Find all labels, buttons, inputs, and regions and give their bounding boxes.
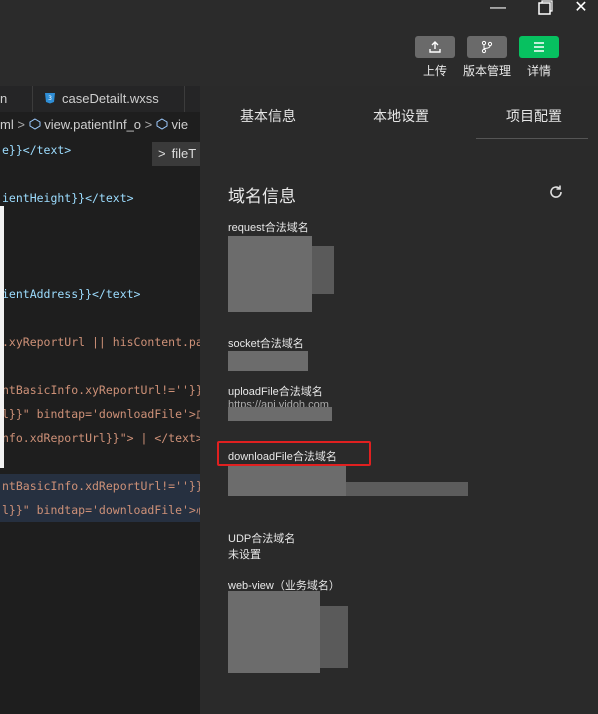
uploadfile-domain-label: uploadFile合法域名 xyxy=(228,386,323,398)
css-file-icon: 3 xyxy=(45,93,55,104)
section-title: 域名信息 xyxy=(228,187,296,206)
file-popup[interactable]: > fileT xyxy=(152,142,200,166)
svg-text:3: 3 xyxy=(48,95,52,102)
chevron-right-icon: > xyxy=(17,117,29,132)
details-label: 详情 xyxy=(527,64,552,78)
menu-icon xyxy=(534,42,544,52)
code-line: l}}" bindtap='downloadFile'>心 xyxy=(2,503,200,517)
breadcrumb-part-2[interactable]: view.patientInf_o xyxy=(44,117,141,132)
udp-domain-value: 未设置 xyxy=(228,549,261,561)
redacted-domain-list xyxy=(320,606,348,668)
code-line: ientHeight}}</text> xyxy=(2,191,134,205)
version-label: 版本管理 xyxy=(463,64,512,78)
maximize-button[interactable] xyxy=(533,0,557,18)
breadcrumb-part-3[interactable]: vie xyxy=(172,117,189,132)
upload-label: 上传 xyxy=(423,64,448,78)
upload-button[interactable] xyxy=(415,36,455,58)
branch-icon xyxy=(481,40,493,54)
editor-tab-casedetail-wxss[interactable]: 3 caseDetailt.wxss xyxy=(44,86,159,112)
tab-local-settings[interactable]: 本地设置 xyxy=(373,106,429,126)
redacted-domain-list xyxy=(228,236,312,312)
redacted-domain-list xyxy=(312,246,334,294)
details-button[interactable] xyxy=(519,36,559,58)
editor-tab-bar: n 3 caseDetailt.wxss xyxy=(0,86,200,113)
simulator-edge xyxy=(0,206,4,468)
code-editor[interactable]: e}}</text> ientHeight}}</text> ientAddre… xyxy=(0,138,200,714)
chevron-right-icon: > xyxy=(144,117,156,132)
tab-basic-info[interactable]: 基本信息 xyxy=(240,106,296,126)
refresh-button[interactable] xyxy=(548,184,564,205)
close-button[interactable]: ✕ xyxy=(569,0,593,18)
code-line: l}}" bindtap='downloadFile'>血 xyxy=(2,407,200,421)
element-icon xyxy=(156,118,168,130)
request-domain-label: request合法域名 xyxy=(228,222,309,234)
minimize-button[interactable]: — xyxy=(486,0,510,18)
version-button[interactable] xyxy=(467,36,507,58)
redacted-domain xyxy=(228,351,308,371)
redacted-domain xyxy=(346,482,468,496)
active-tab-indicator xyxy=(476,138,588,139)
code-line: nfo.xdReportUrl}}"> | </text> xyxy=(2,431,200,445)
upload-icon xyxy=(429,41,441,53)
breadcrumb-part-1[interactable]: ml xyxy=(0,117,14,132)
refresh-icon xyxy=(550,185,562,198)
maximize-icon xyxy=(538,0,553,15)
code-line: e}}</text> xyxy=(2,143,72,157)
redacted-domain-list xyxy=(228,591,320,673)
downloadfile-domain-label: downloadFile合法域名 xyxy=(228,451,337,463)
redacted-domain xyxy=(228,466,346,496)
code-line: ntBasicInfo.xyReportUrl!=''}}" xyxy=(2,383,200,397)
udp-domain-label: UDP合法域名 xyxy=(228,533,296,545)
code-line: ntBasicInfo.xdReportUrl!=''}}" xyxy=(2,479,200,493)
socket-domain-label: socket合法域名 xyxy=(228,338,304,350)
breadcrumb: ml > view.patientInf_o > vie xyxy=(0,112,200,138)
redacted-domain xyxy=(228,407,332,421)
chevron-right-icon: > xyxy=(158,146,166,161)
code-line: .xyReportUrl || hisContent.pat xyxy=(2,335,200,349)
top-toolbar: — ✕ 上传 版本管理 详情 xyxy=(0,0,598,88)
code-line: ientAddress}}</text> xyxy=(2,287,141,301)
tab-project-config[interactable]: 项目配置 xyxy=(506,106,562,126)
tab-label: caseDetailt.wxss xyxy=(62,91,159,106)
element-icon xyxy=(29,118,41,130)
details-panel: 基本信息 本地设置 项目配置 域名信息 request合法域名 socket合法… xyxy=(200,86,598,714)
editor-tab-prev[interactable]: n xyxy=(0,86,7,112)
popup-label: fileT xyxy=(171,146,197,161)
